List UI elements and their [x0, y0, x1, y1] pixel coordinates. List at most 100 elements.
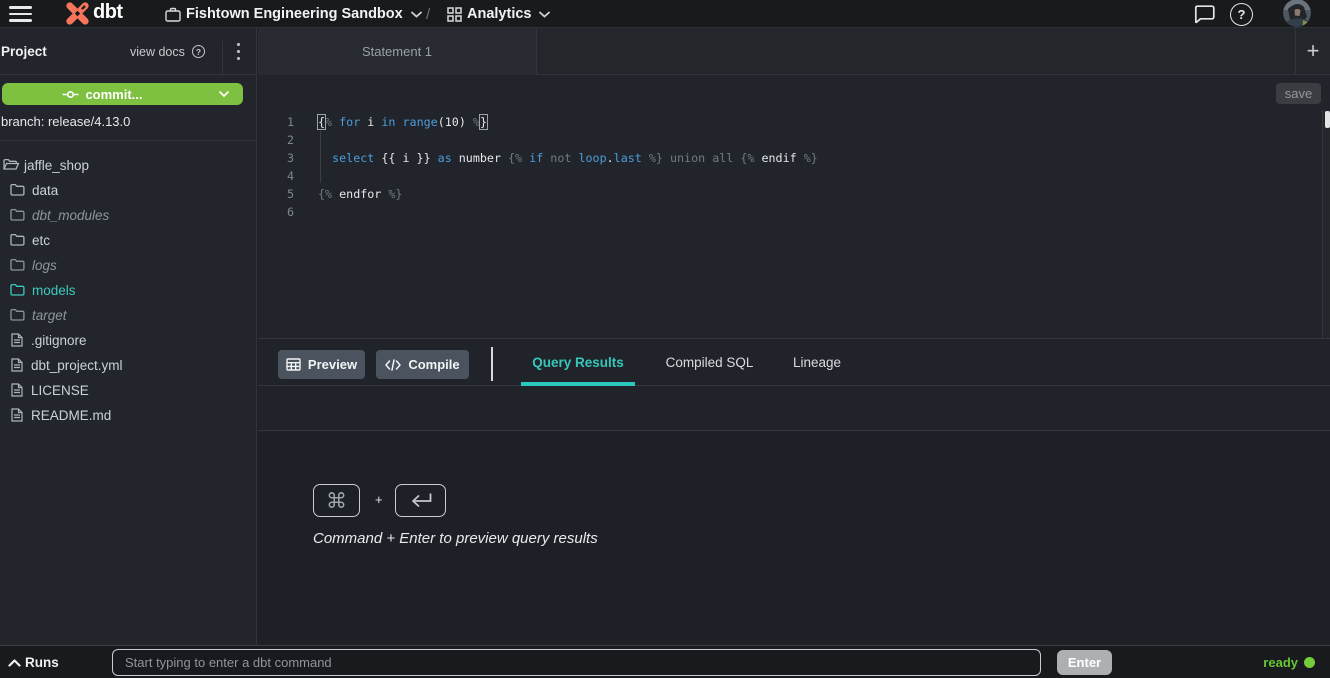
- table-icon: [286, 358, 301, 371]
- save-button[interactable]: save: [1276, 83, 1321, 104]
- tree-item-etc[interactable]: etc: [0, 228, 257, 253]
- tree-item-label: .gitignore: [31, 333, 87, 348]
- file-tree: jaffle_shopdata dbt_modulesetc logs models t…: [0, 153, 257, 428]
- project-name: Analytics: [467, 6, 531, 22]
- commit-chevron-icon[interactable]: [219, 91, 229, 97]
- editor-scrollbar-thumb[interactable]: [1325, 111, 1330, 128]
- hamburger-menu-icon[interactable]: [9, 6, 32, 22]
- line-number: 2: [258, 131, 294, 149]
- command-key-icon: ⌘: [313, 484, 360, 517]
- grid-icon: [447, 7, 462, 22]
- bottom-tab-query-results[interactable]: Query Results: [474, 339, 682, 386]
- sidebar-divider: [0, 140, 257, 141]
- plus-text: +: [375, 492, 383, 507]
- sidebar-title: Project: [1, 44, 47, 59]
- tab-label: Statement 1: [362, 44, 432, 59]
- folder-icon: [10, 283, 25, 296]
- code-line-5: {% endfor %}: [318, 185, 402, 203]
- tree-item-dbt-modules[interactable]: dbt_modules: [0, 203, 257, 228]
- tree-item-license[interactable]: LICENSE: [0, 378, 257, 403]
- tree-item-label: logs: [32, 258, 57, 273]
- file-icon: [11, 358, 23, 372]
- help-icon[interactable]: ?: [1230, 0, 1253, 28]
- enter-button[interactable]: Enter: [1057, 650, 1112, 675]
- command-input[interactable]: [112, 649, 1041, 676]
- active-tab-underline: [521, 382, 635, 386]
- command-bar: Runs Enter ready: [0, 645, 1330, 678]
- tree-item--gitignore[interactable]: .gitignore: [0, 328, 257, 353]
- bottom-toolbar: Preview Compile Query ResultsCompiled SQ…: [258, 339, 1330, 386]
- tree-item-dbt-project-yml[interactable]: dbt_project.yml: [0, 353, 257, 378]
- tree-item-label: target: [32, 308, 67, 323]
- plus-icon: +: [1307, 38, 1320, 64]
- editor-toolbar: save: [258, 75, 1330, 110]
- account-chevron-icon: [411, 11, 422, 18]
- folder-icon: [3, 158, 20, 171]
- add-tab-button[interactable]: +: [1295, 28, 1330, 75]
- view-docs-help-icon[interactable]: ?: [192, 45, 205, 58]
- runs-toggle[interactable]: Runs: [8, 646, 59, 678]
- commit-button-label: commit...: [85, 87, 142, 102]
- folder-icon: [10, 233, 25, 246]
- file-icon: [11, 408, 23, 422]
- sidebar-header-divider: [222, 41, 223, 75]
- line-number: 3: [258, 149, 294, 167]
- bottom-tab-compiled-sql[interactable]: Compiled SQL: [661, 339, 758, 386]
- file-icon: [11, 383, 23, 397]
- line-number: 4: [258, 167, 294, 185]
- git-commit-icon: [62, 89, 79, 100]
- preview-button-label: Preview: [308, 357, 357, 372]
- line-number: 6: [258, 203, 294, 221]
- sidebar: Project view docs ? commit... branch: re…: [0, 28, 257, 645]
- results-header-strip: [258, 387, 1330, 431]
- runs-label: Runs: [25, 655, 59, 670]
- view-docs-link[interactable]: view docs: [130, 45, 185, 59]
- folder-icon: [10, 308, 25, 321]
- line-number: 5: [258, 185, 294, 203]
- results-area: ⌘ + Command + Enter to preview query res…: [258, 432, 1330, 646]
- bottom-panel: Preview Compile Query ResultsCompiled SQ…: [258, 338, 1330, 645]
- compile-button[interactable]: Compile: [376, 350, 469, 379]
- tab-statement-1[interactable]: Statement 1: [258, 28, 537, 75]
- tree-item-target[interactable]: target: [0, 303, 257, 328]
- tree-item-label: README.md: [31, 408, 111, 423]
- tree-item-label: LICENSE: [31, 383, 89, 398]
- file-icon: [11, 333, 23, 347]
- tree-item-label: etc: [32, 233, 50, 248]
- dbt-logo-icon[interactable]: [65, 1, 90, 26]
- tree-item-models[interactable]: models: [0, 278, 257, 303]
- folder-icon: [10, 183, 25, 196]
- tree-item-data[interactable]: data: [0, 178, 257, 203]
- editor-scrollbar[interactable]: [1322, 110, 1330, 338]
- tree-item-label: jaffle_shop: [24, 158, 89, 173]
- tree-item-readme-md[interactable]: README.md: [0, 403, 257, 428]
- main-area: Statement 1 + save 123456 {% for i in ran…: [258, 28, 1330, 645]
- status-label: ready: [1263, 655, 1298, 670]
- code-icon: [385, 359, 401, 371]
- code-line-1: {% for i in range(10) %}: [318, 113, 487, 131]
- tree-item-label: data: [32, 183, 58, 198]
- tree-item-logs[interactable]: logs: [0, 253, 257, 278]
- breadcrumb-account[interactable]: Fishtown Engineering Sandbox: [165, 0, 422, 28]
- line-number: 1: [258, 113, 294, 131]
- kebab-menu-icon[interactable]: [233, 42, 245, 62]
- bottom-tab-lineage[interactable]: Lineage: [788, 339, 846, 386]
- project-chevron-icon: [539, 11, 550, 18]
- breadcrumb-project[interactable]: Analytics: [447, 0, 550, 28]
- tree-item-label: dbt_modules: [32, 208, 109, 223]
- code-editor[interactable]: 123456{% for i in range(10) %} select {{…: [258, 110, 1330, 338]
- status-dot: [1304, 657, 1315, 668]
- top-bar: dbt Fishtown Engineering Sandbox / Analy…: [0, 0, 1330, 28]
- avatar[interactable]: [1283, 0, 1311, 27]
- tree-item-jaffle-shop[interactable]: jaffle_shop: [0, 153, 257, 178]
- preview-button[interactable]: Preview: [278, 350, 365, 379]
- chat-icon[interactable]: [1194, 0, 1215, 28]
- commit-button[interactable]: commit...: [2, 83, 243, 105]
- folder-icon: [10, 258, 25, 271]
- tree-item-label: models: [32, 283, 76, 298]
- enter-key-icon: [395, 484, 446, 517]
- chevron-up-icon: [8, 659, 21, 667]
- sidebar-header: Project view docs ?: [0, 28, 257, 75]
- tree-item-label: dbt_project.yml: [31, 358, 123, 373]
- account-name: Fishtown Engineering Sandbox: [186, 6, 403, 22]
